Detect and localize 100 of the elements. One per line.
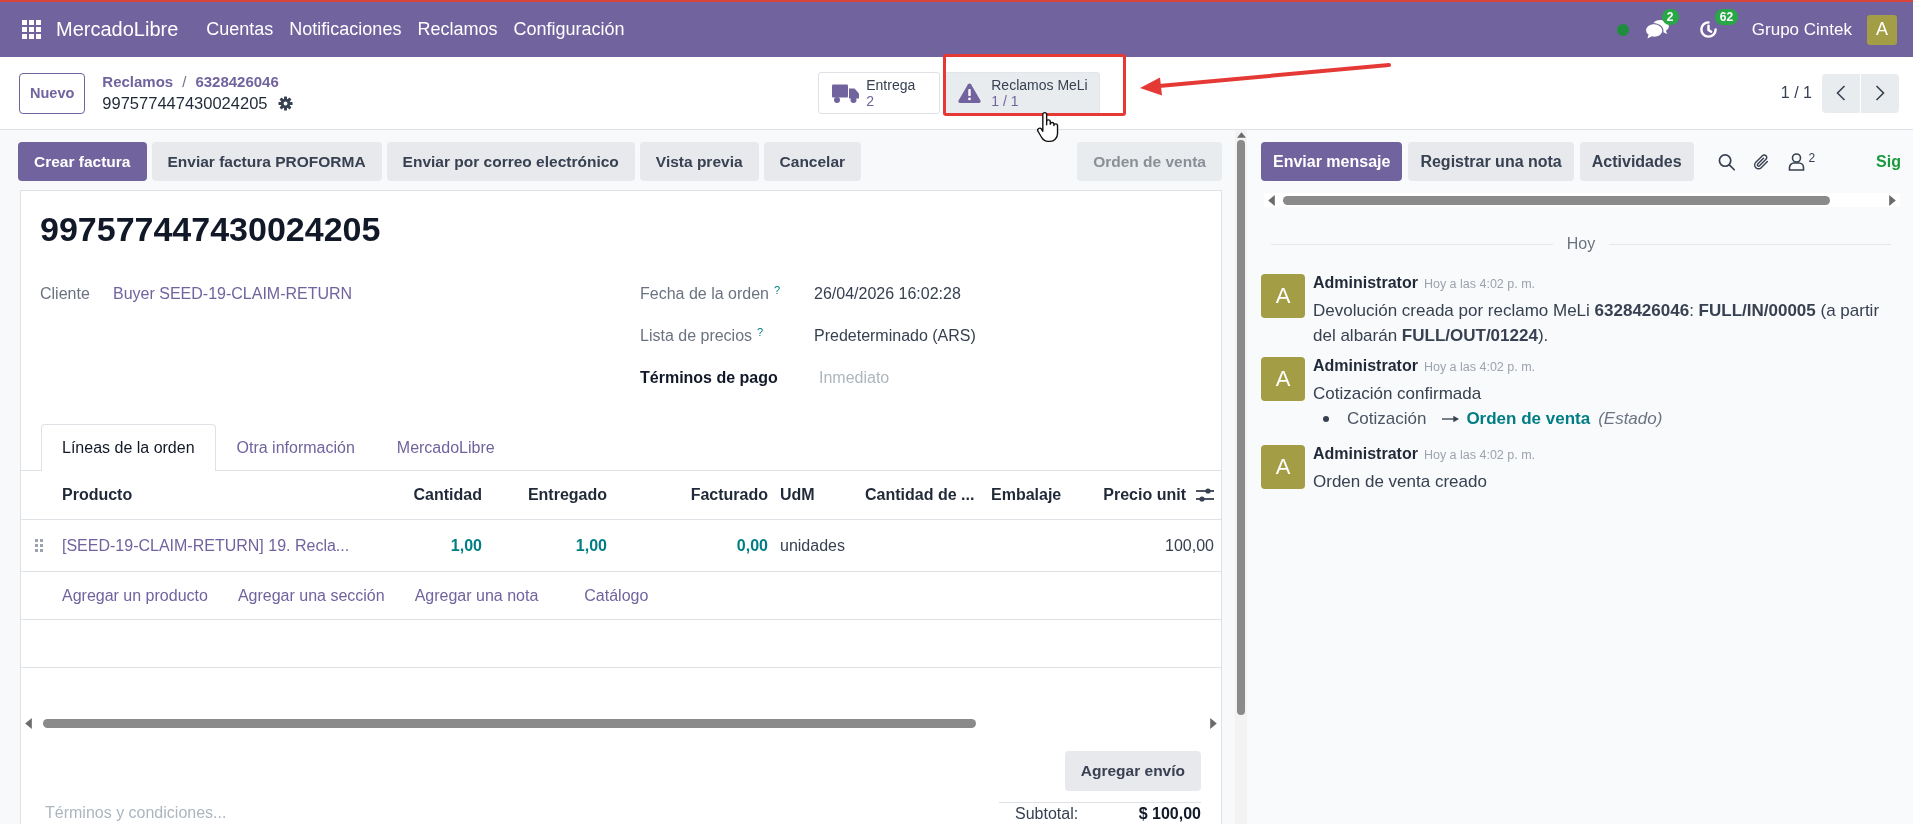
field-link[interactable]: Buyer SEED-19-CLAIM-RETURN bbox=[113, 285, 353, 303]
field-label: Lista de precios bbox=[640, 327, 753, 345]
bullet-icon bbox=[1323, 416, 1329, 422]
user-avatar[interactable]: A bbox=[1261, 445, 1305, 489]
action-button[interactable]: Crear factura bbox=[18, 142, 147, 181]
app-name[interactable]: MercadoLibre bbox=[56, 18, 179, 41]
company-name[interactable]: Grupo Cintek bbox=[1751, 19, 1852, 40]
action-button[interactable]: Enviar factura PROFORMA bbox=[151, 142, 382, 181]
chatter-button[interactable]: Registrar una nota bbox=[1408, 142, 1574, 181]
follow-button[interactable]: Sig bbox=[1876, 152, 1901, 171]
scroll-left-icon[interactable] bbox=[25, 717, 32, 729]
column-header[interactable]: Entregado bbox=[527, 486, 607, 504]
message-time: Hoy a las 4:02 p. m. bbox=[1423, 359, 1536, 376]
message-time: Hoy a las 4:02 p. m. bbox=[1423, 447, 1536, 464]
column-header[interactable]: Facturado bbox=[690, 486, 768, 504]
tab[interactable]: MercadoLibre bbox=[375, 424, 516, 471]
breadcrumb-link[interactable]: 6328426046 bbox=[195, 72, 279, 92]
message-body: Orden de venta creado bbox=[1313, 471, 1488, 493]
scroll-right-icon[interactable] bbox=[1210, 717, 1217, 729]
table-cell-text: unidades bbox=[779, 536, 846, 555]
apps-menu-icon[interactable] bbox=[22, 20, 41, 39]
menu-item[interactable]: Cuentas bbox=[198, 19, 282, 40]
settings-icon[interactable] bbox=[277, 95, 293, 111]
user-avatar[interactable]: A bbox=[1867, 14, 1897, 45]
followers-button[interactable]: 2 bbox=[1787, 152, 1816, 171]
add-line-link[interactable]: Agregar un producto bbox=[62, 586, 208, 605]
table-cell-text: 0,00 bbox=[735, 536, 769, 555]
scroll-left-icon[interactable] bbox=[1268, 194, 1275, 206]
add-line-link[interactable]: Agregar una nota bbox=[414, 586, 539, 605]
horizontal-scrollbar[interactable] bbox=[1264, 193, 1900, 207]
action-button[interactable]: Cancelar bbox=[763, 142, 862, 181]
scroll-right-icon[interactable] bbox=[1889, 194, 1896, 206]
subtotal-label: Subtotal: bbox=[1015, 804, 1079, 824]
arrow-right-icon bbox=[1442, 415, 1460, 423]
scroll-up-icon[interactable] bbox=[1236, 132, 1246, 138]
column-header[interactable]: Precio unit bbox=[1103, 486, 1186, 504]
column-header[interactable]: Producto bbox=[62, 486, 133, 504]
help-mark[interactable]: ? bbox=[774, 285, 781, 295]
tab[interactable]: Otra información bbox=[215, 424, 376, 471]
person-icon bbox=[1787, 152, 1805, 171]
user-avatar[interactable]: A bbox=[1261, 357, 1305, 401]
add-line-link[interactable]: Catálogo bbox=[584, 586, 649, 605]
terms-field[interactable]: Términos y condiciones... bbox=[41, 802, 649, 824]
add-line-link[interactable]: Agregar una sección bbox=[237, 586, 385, 605]
action-button[interactable]: Enviar por correo electrónico bbox=[386, 142, 635, 181]
field-value: Predeterminado (ARS) bbox=[814, 327, 976, 345]
breadcrumb-link[interactable]: Reclamos bbox=[102, 72, 174, 92]
search-icon[interactable] bbox=[1717, 152, 1735, 171]
breadcrumb-separator: / bbox=[182, 72, 187, 92]
vertical-scrollbar[interactable] bbox=[1235, 130, 1247, 824]
menu-item[interactable]: Reclamos bbox=[409, 19, 506, 40]
column-header[interactable]: Cantidad de ... bbox=[865, 486, 975, 504]
table-cell[interactable]: [SEED-19-CLAIM-RETURN] 19. Recla... bbox=[56, 536, 401, 555]
subtotal-value: $ 100,00 bbox=[1138, 804, 1201, 824]
record-name: 997577447430024205 bbox=[102, 93, 268, 114]
tracking-field-name: (Estado) bbox=[1598, 409, 1663, 429]
chevron-left-icon bbox=[1836, 85, 1846, 101]
action-button[interactable]: Vista previa bbox=[639, 142, 759, 181]
message-counter: 2 bbox=[1661, 9, 1679, 25]
message-author[interactable]: Administrator bbox=[1313, 445, 1418, 463]
chat-icon[interactable] bbox=[1645, 20, 1669, 39]
user-avatar[interactable]: A bbox=[1261, 274, 1305, 318]
record-title: 997577447430024205 bbox=[40, 209, 382, 250]
message-body: Devolución creada por reclamo MeLi 6328426046: FULL/IN/00005 (a partir del albarán FULL/OUT/01224). bbox=[1313, 300, 1881, 347]
paperclip-icon[interactable] bbox=[1752, 152, 1770, 171]
field-value: 26/04/2026 16:02:28 bbox=[814, 285, 961, 303]
scrollbar-thumb[interactable] bbox=[1283, 195, 1830, 205]
scrollbar-thumb[interactable] bbox=[1237, 140, 1245, 715]
clock-icon[interactable] bbox=[1698, 20, 1718, 39]
tracking-new-value: Orden de venta bbox=[1466, 409, 1591, 429]
date-separator: Hoy bbox=[1565, 235, 1597, 253]
tracking-old-value: Cotización bbox=[1347, 409, 1427, 429]
input-field[interactable]: Inmediato bbox=[814, 364, 1124, 392]
drag-handle-icon[interactable] bbox=[34, 539, 43, 552]
field-label: Fecha de la orden bbox=[640, 285, 769, 303]
chatter-button[interactable]: Enviar mensaje bbox=[1261, 142, 1403, 181]
table-cell-text: 1,00 bbox=[449, 536, 483, 555]
field-label: Cliente bbox=[40, 285, 90, 303]
message-body: Cotización confirmada bbox=[1313, 383, 1483, 405]
column-header[interactable]: Embalaje bbox=[991, 486, 1062, 504]
new-button[interactable]: Nuevo bbox=[19, 72, 86, 114]
chevron-right-icon bbox=[1875, 85, 1885, 101]
message-time: Hoy a las 4:02 p. m. bbox=[1423, 276, 1536, 293]
menu-item[interactable]: Configuración bbox=[505, 19, 633, 40]
message-author[interactable]: Administrator bbox=[1313, 274, 1418, 292]
field-label: Términos de pago bbox=[640, 369, 778, 387]
help-mark[interactable]: ? bbox=[757, 327, 764, 337]
column-settings-icon[interactable] bbox=[1196, 487, 1214, 503]
add-shipping-button[interactable]: Agregar envío bbox=[1064, 751, 1201, 791]
smart-button[interactable]: Reclamos MeLi 1 / 1 bbox=[944, 72, 1100, 114]
tab[interactable]: Líneas de la orden bbox=[41, 424, 216, 471]
scrollbar-thumb[interactable] bbox=[43, 718, 976, 728]
column-header[interactable]: Cantidad bbox=[413, 486, 482, 504]
message-author[interactable]: Administrator bbox=[1313, 357, 1418, 375]
menu-item[interactable]: Notificaciones bbox=[281, 19, 410, 40]
smart-button[interactable]: Entrega 2 bbox=[818, 72, 941, 114]
activity-counter: 62 bbox=[1714, 9, 1739, 25]
chatter-button[interactable]: Actividades bbox=[1579, 142, 1694, 181]
table-cell-text: 100,00 bbox=[1164, 536, 1215, 555]
column-header[interactable]: UdM bbox=[780, 486, 815, 504]
